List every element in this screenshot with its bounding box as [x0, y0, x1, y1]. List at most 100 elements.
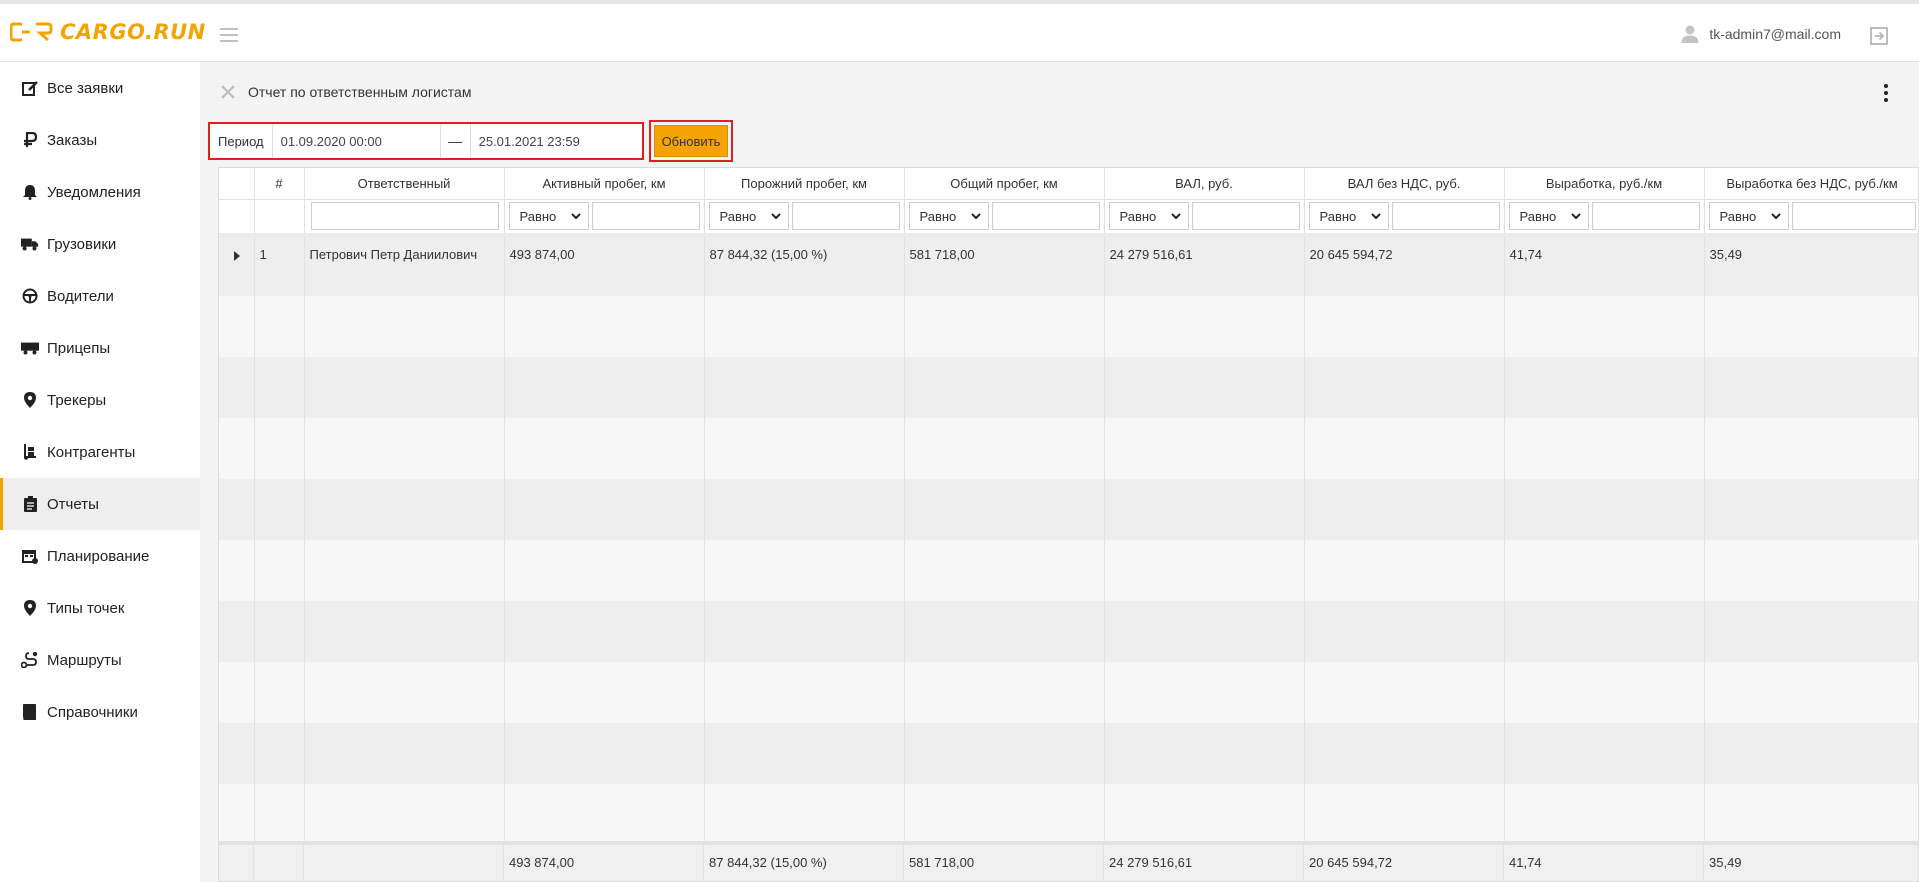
page-title: Отчет по ответственным логистам	[248, 84, 472, 100]
column-header-active-mileage[interactable]: Активный пробег, км	[504, 168, 705, 200]
sidebar-item-counterparties[interactable]: Контрагенты	[0, 426, 200, 478]
sidebar-item-planning[interactable]: Планирование	[0, 530, 200, 582]
calendar-icon	[21, 547, 39, 565]
filter-value-input[interactable]	[1791, 202, 1916, 231]
sidebar-item-all-requests[interactable]: Все заявки	[0, 62, 200, 114]
filter-value-input[interactable]	[591, 202, 700, 231]
trailer-icon	[21, 339, 39, 357]
logo-mark-icon	[10, 22, 53, 42]
sidebar-item-references[interactable]: Справочники	[0, 686, 200, 738]
report-grid: # Ответственный Активный пробег, км Поро…	[218, 167, 1919, 882]
chevron-down-icon	[770, 213, 781, 220]
filter-value-input[interactable]	[1591, 202, 1700, 231]
hamburger-icon[interactable]	[220, 28, 238, 42]
filter-operator-select[interactable]: Равно	[1108, 202, 1189, 231]
sidebar-item-orders[interactable]: Заказы	[0, 114, 200, 166]
filter-cell	[219, 199, 255, 237]
steering-wheel-icon	[21, 287, 39, 305]
sidebar-item-label: Отчеты	[47, 495, 99, 513]
sidebar-item-reports[interactable]: Отчеты	[0, 478, 200, 530]
empty-row	[219, 662, 1918, 723]
totals-cell: 493 874,00	[504, 845, 704, 881]
sidebar-item-trailers[interactable]: Прицепы	[0, 322, 200, 374]
filter-cell: Равно	[1504, 199, 1705, 237]
table-cell: 24 279 516,61	[1104, 235, 1305, 296]
filter-operator-select[interactable]: Равно	[908, 202, 989, 231]
column-header-gross[interactable]: ВАЛ, руб.	[1104, 168, 1305, 200]
refresh-highlight: Обновить	[649, 120, 733, 162]
column-header-output-no-vat[interactable]: Выработка без НДС, руб./км	[1704, 168, 1918, 200]
column-header-empty-mileage[interactable]: Порожний пробег, км	[704, 168, 905, 200]
column-header-gross-no-vat[interactable]: ВАЛ без НДС, руб.	[1304, 168, 1505, 200]
column-header-total-mileage[interactable]: Общий пробег, км	[904, 168, 1105, 200]
table-cell[interactable]	[219, 235, 255, 296]
sidebar-item-notifications[interactable]: Уведомления	[0, 166, 200, 218]
filter-operator-select[interactable]: Равно	[1308, 202, 1389, 231]
sidebar-item-drivers[interactable]: Водители	[0, 270, 200, 322]
filter-value-input[interactable]	[1391, 202, 1500, 231]
table-cell: 41,74	[1504, 235, 1705, 296]
period-label: Период	[210, 124, 273, 158]
totals-cell: 35,49	[1704, 845, 1918, 881]
responsible-filter-input[interactable]	[310, 202, 499, 231]
filter-operator-select[interactable]: Равно	[508, 202, 589, 231]
report-table: # Ответственный Активный пробег, км Поро…	[219, 168, 1918, 845]
page-header: Отчет по ответственным логистам	[220, 84, 471, 100]
filter-cell	[254, 199, 305, 237]
ruble-icon	[21, 131, 39, 149]
period-filter: Период —	[208, 122, 644, 160]
refresh-button[interactable]: Обновить	[654, 125, 728, 157]
clipboard-icon	[21, 495, 39, 513]
column-header-number[interactable]: #	[254, 168, 305, 200]
date-to-input[interactable]	[470, 124, 631, 158]
table-cell: 20 645 594,72	[1304, 235, 1505, 296]
user-menu[interactable]: tk-admin7@mail.com	[1680, 24, 1841, 44]
empty-row	[219, 418, 1918, 479]
dolly-icon	[21, 443, 39, 461]
filter-row: Равно Равно Равно Равно Равно Равно Равн…	[219, 199, 1918, 237]
date-from-input[interactable]	[272, 124, 441, 158]
table-cell: 35,49	[1704, 235, 1918, 296]
chevron-down-icon	[1770, 213, 1781, 220]
expand-row-icon[interactable]	[234, 251, 240, 261]
table-cell: 1	[254, 235, 305, 296]
close-icon[interactable]	[220, 84, 236, 100]
sidebar-item-label: Прицепы	[47, 339, 111, 357]
empty-row	[219, 723, 1918, 784]
table-row[interactable]: 1 Петрович Петр Даниилович 493 874,00 87…	[219, 235, 1918, 296]
logo[interactable]: CARGO.RUN	[10, 18, 206, 46]
table-cell: Петрович Петр Даниилович	[304, 235, 505, 296]
filter-value-input[interactable]	[991, 202, 1100, 231]
main-content: Отчет по ответственным логистам Период —…	[200, 62, 1919, 882]
filter-operator-select[interactable]: Равно	[1508, 202, 1589, 231]
filter-operator-select[interactable]: Равно	[1708, 202, 1789, 231]
empty-row	[219, 479, 1918, 540]
sidebar-item-trucks[interactable]: Грузовики	[0, 218, 200, 270]
totals-cell: 581 718,00	[904, 845, 1104, 881]
more-options-icon[interactable]	[1883, 84, 1889, 102]
table-cell: 581 718,00	[904, 235, 1105, 296]
chevron-down-icon	[970, 213, 981, 220]
header-row: # Ответственный Активный пробег, км Поро…	[219, 168, 1918, 200]
chevron-down-icon	[1170, 213, 1181, 220]
sidebar-item-routes[interactable]: Маршруты	[0, 634, 200, 686]
column-header-output[interactable]: Выработка, руб./км	[1504, 168, 1705, 200]
column-header-responsible[interactable]: Ответственный	[304, 168, 505, 200]
filter-operator-select[interactable]: Равно	[708, 202, 789, 231]
sidebar-item-label: Справочники	[47, 703, 138, 721]
sidebar-item-point-types[interactable]: Типы точек	[0, 582, 200, 634]
sidebar-item-label: Все заявки	[47, 79, 124, 97]
sidebar-item-label: Контрагенты	[47, 443, 136, 461]
sidebar-item-trackers[interactable]: Трекеры	[0, 374, 200, 426]
logout-icon[interactable]	[1869, 26, 1889, 46]
filter-value-input[interactable]	[791, 202, 900, 231]
sidebar-item-label: Планирование	[47, 547, 150, 565]
filter-value-input[interactable]	[1191, 202, 1300, 231]
sidebar-item-label: Уведомления	[47, 183, 141, 201]
sidebar-item-label: Типы точек	[47, 599, 125, 617]
user-icon	[1681, 25, 1699, 43]
sidebar-item-label: Заказы	[47, 131, 98, 149]
totals-cell: 24 279 516,61	[1104, 845, 1304, 881]
map-pin-icon	[21, 599, 39, 617]
sidebar-item-label: Водители	[47, 287, 114, 305]
